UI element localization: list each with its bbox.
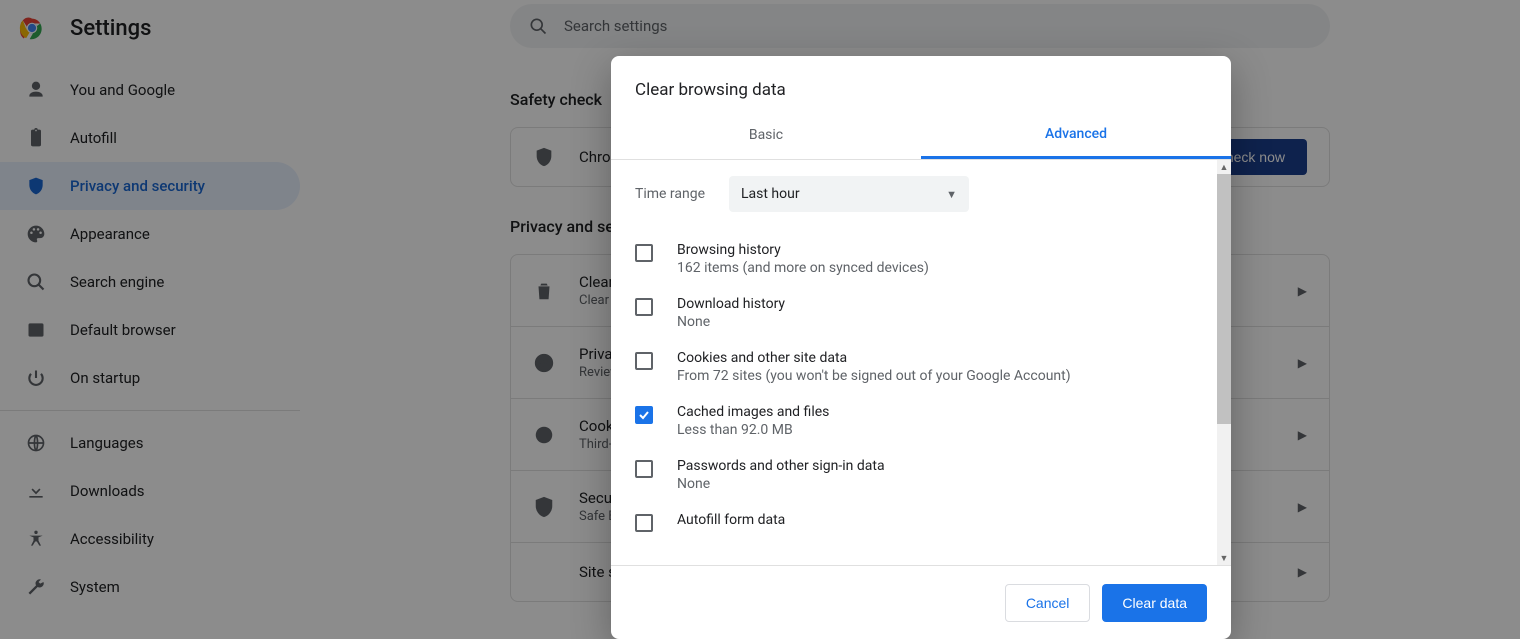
tab-advanced[interactable]: Advanced <box>921 112 1231 159</box>
option-autofill[interactable]: Autofill form data <box>635 502 1207 542</box>
clear-browsing-data-dialog: Clear browsing data Basic Advanced Time … <box>611 56 1231 639</box>
option-cached-images[interactable]: Cached images and files Less than 92.0 M… <box>635 394 1207 448</box>
time-range-label: Time range <box>635 186 729 202</box>
option-sub: From 72 sites (you won't be signed out o… <box>677 368 1071 384</box>
option-title: Autofill form data <box>677 512 785 528</box>
option-title: Download history <box>677 296 785 312</box>
option-title: Cached images and files <box>677 404 829 420</box>
cancel-button[interactable]: Cancel <box>1005 584 1091 622</box>
checkbox[interactable] <box>635 514 653 532</box>
dialog-title: Clear browsing data <box>611 56 1231 112</box>
dialog-tabs: Basic Advanced <box>611 112 1231 160</box>
option-browsing-history[interactable]: Browsing history 162 items (and more on … <box>635 232 1207 286</box>
checkbox[interactable] <box>635 406 653 424</box>
option-title: Cookies and other site data <box>677 350 1071 366</box>
option-sub: None <box>677 476 885 492</box>
option-title: Passwords and other sign-in data <box>677 458 885 474</box>
scrollbar-thumb[interactable] <box>1217 174 1231 424</box>
clear-data-button[interactable]: Clear data <box>1102 584 1207 622</box>
time-range-select[interactable]: Last hour ▼ <box>729 176 969 212</box>
checkbox[interactable] <box>635 244 653 262</box>
checkbox[interactable] <box>635 352 653 370</box>
dialog-scroll-area: Time range Last hour ▼ Browsing history … <box>611 160 1231 565</box>
checkbox[interactable] <box>635 460 653 478</box>
dialog-footer: Cancel Clear data <box>611 565 1231 639</box>
option-sub: 162 items (and more on synced devices) <box>677 260 929 276</box>
option-sub: Less than 92.0 MB <box>677 422 829 438</box>
option-title: Browsing history <box>677 242 929 258</box>
option-download-history[interactable]: Download history None <box>635 286 1207 340</box>
scrollbar-track[interactable]: ▲ ▼ <box>1217 160 1231 565</box>
scroll-down-icon[interactable]: ▼ <box>1217 551 1231 565</box>
tab-basic[interactable]: Basic <box>611 112 921 159</box>
time-range-row: Time range Last hour ▼ <box>635 176 1207 212</box>
caret-down-icon: ▼ <box>946 188 957 201</box>
time-range-value: Last hour <box>741 186 800 202</box>
check-icon <box>638 409 650 421</box>
option-sub: None <box>677 314 785 330</box>
option-cookies[interactable]: Cookies and other site data From 72 site… <box>635 340 1207 394</box>
checkbox[interactable] <box>635 298 653 316</box>
scroll-up-icon[interactable]: ▲ <box>1217 160 1231 174</box>
option-passwords[interactable]: Passwords and other sign-in data None <box>635 448 1207 502</box>
